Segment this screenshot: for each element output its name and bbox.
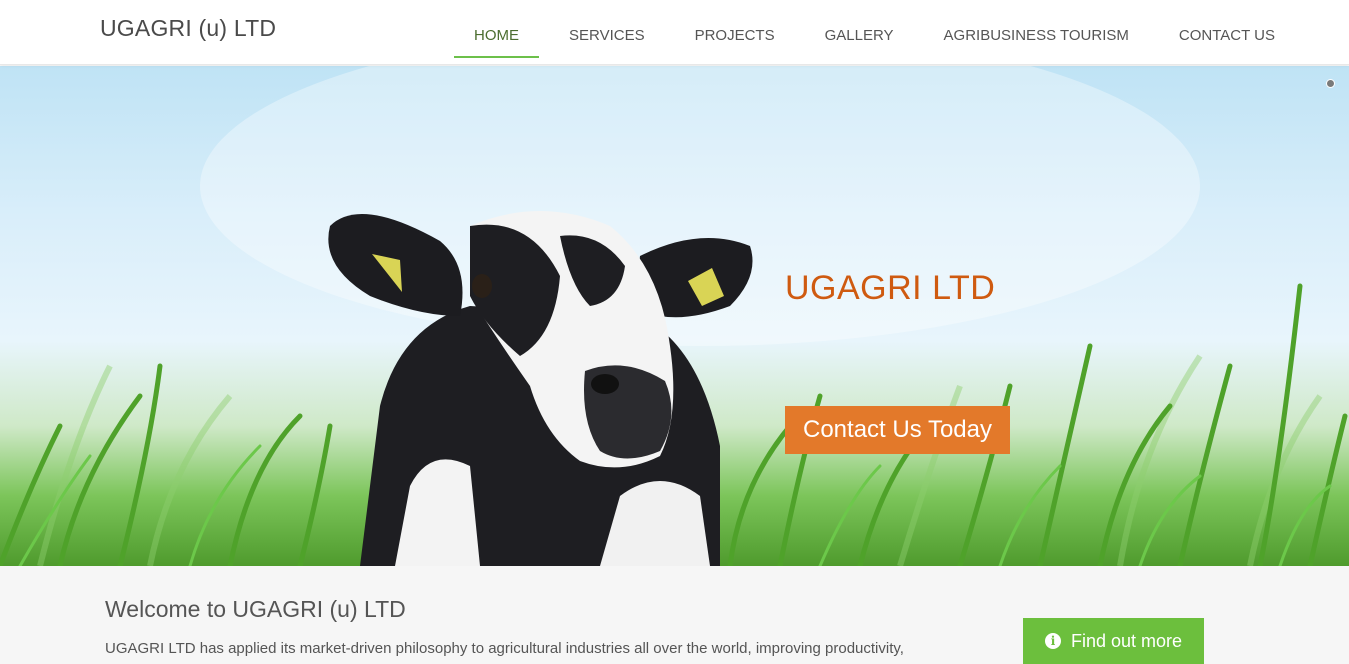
nav-item-contact-us[interactable]: CONTACT US	[1159, 16, 1295, 58]
hero-title: UGAGRI LTD	[785, 269, 996, 307]
nav-item-projects[interactable]: PROJECTS	[675, 16, 795, 58]
hero-slider: UGAGRI LTD Contact Us Today	[0, 66, 1349, 566]
find-out-more-button[interactable]: i Find out more	[1023, 618, 1204, 664]
find-out-more-label: Find out more	[1070, 631, 1183, 651]
site-logo[interactable]: UGAGRI (u) LTD	[100, 15, 276, 42]
nav-item-home[interactable]: HOME	[454, 16, 539, 58]
slider-dot[interactable]	[1326, 79, 1335, 88]
nav-item-agribusiness-tourism[interactable]: AGRIBUSINESS TOURISM	[924, 16, 1149, 58]
hero-cow-image	[0, 66, 1348, 566]
contact-us-today-button[interactable]: Contact Us Today	[785, 406, 1010, 454]
main-nav: HOME SERVICES PROJECTS GALLERY AGRIBUSIN…	[454, 16, 1305, 58]
welcome-section: Welcome to UGAGRI (u) LTD UGAGRI LTD has…	[0, 566, 1349, 664]
welcome-title: Welcome to UGAGRI (u) LTD	[105, 596, 406, 622]
nav-item-services[interactable]: SERVICES	[549, 16, 665, 58]
info-circle-icon: i	[1044, 633, 1061, 649]
site-header: UGAGRI (u) LTD HOME SERVICES PROJECTS GA…	[0, 0, 1349, 65]
welcome-text: UGAGRI LTD has applied its market-driven…	[105, 640, 904, 657]
nav-item-gallery[interactable]: GALLERY	[805, 16, 914, 58]
